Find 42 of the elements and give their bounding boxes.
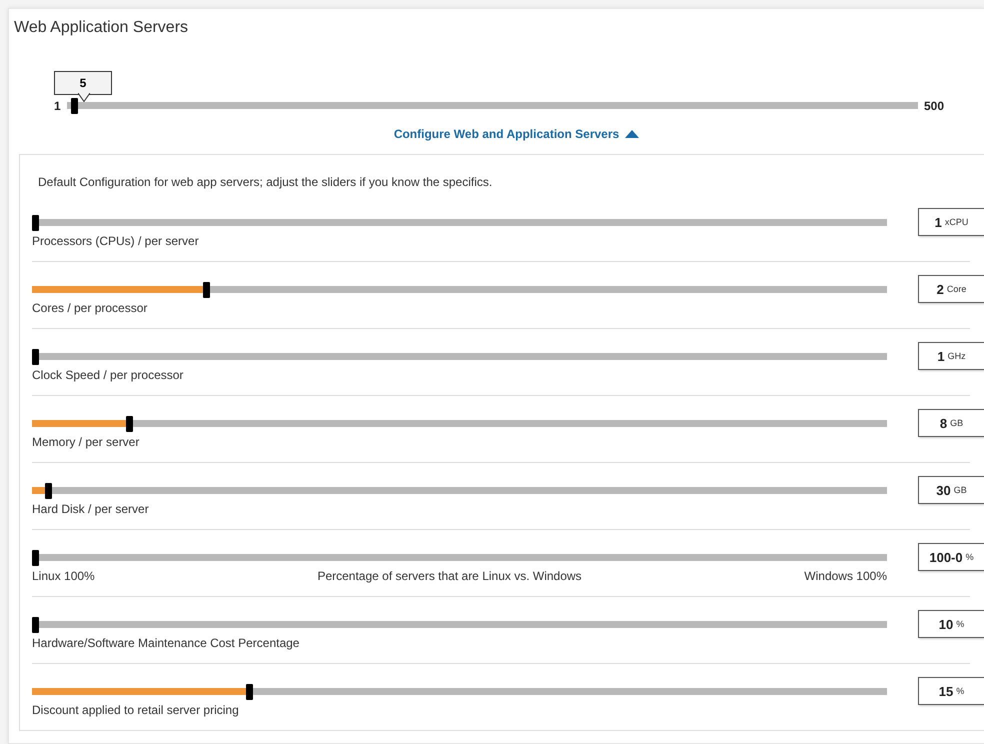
value-number: 1 xyxy=(937,348,945,364)
value-unit: GB xyxy=(950,418,964,428)
value-unit: % xyxy=(966,552,974,562)
slider-handle[interactable] xyxy=(203,282,210,298)
slider-handle[interactable] xyxy=(70,98,78,114)
value-unit: GB xyxy=(954,485,967,495)
value-number: 10 xyxy=(938,616,954,632)
slider-min-label: 1 xyxy=(54,99,61,113)
slider-handle[interactable] xyxy=(32,215,39,231)
slider-label: Percentage of servers that are Linux vs. Windows xyxy=(317,569,582,583)
slider-max-label: Windows 100% xyxy=(804,569,887,583)
slider-handle[interactable] xyxy=(246,684,253,700)
value-number: 15 xyxy=(938,684,954,698)
slider-handle[interactable] xyxy=(32,349,39,365)
slider-handle[interactable] xyxy=(32,617,39,633)
slider-handle[interactable] xyxy=(126,416,134,432)
value-unit: Core xyxy=(946,284,966,294)
slider-handle[interactable] xyxy=(32,550,39,566)
slider-min-label: Linux 100% xyxy=(32,569,95,583)
value-number: 2 xyxy=(936,282,944,296)
slider-label: Memory / per server xyxy=(32,435,140,449)
value-unit: % xyxy=(956,686,964,696)
value-number: 100-0 xyxy=(929,550,963,564)
caret-up-icon xyxy=(625,130,640,138)
value-number: 1 xyxy=(934,214,942,230)
slider-label: Hardware/Software Maintenance Cost Percentage xyxy=(32,636,300,650)
value-number: 8 xyxy=(940,416,948,430)
value-unit: % xyxy=(956,619,964,629)
slider-max-label: 500 xyxy=(924,99,944,113)
slider-label: Cores / per processor xyxy=(32,301,148,315)
slider-label: Clock Speed / per processor xyxy=(32,368,184,382)
value-unit: GHz xyxy=(948,351,966,361)
slider-label: Hard Disk / per server xyxy=(32,502,149,516)
slider-label: Discount applied to retail server pricing xyxy=(32,703,239,717)
value-unit: xCPU xyxy=(944,217,968,227)
description-text: Default Configuration for web app servers; adjust the sliders if you know the specifics. xyxy=(38,175,492,189)
tooltip-value: 5 xyxy=(80,76,86,90)
slider-handle[interactable] xyxy=(44,483,52,499)
configure-link[interactable]: Configure Web and Application Servers xyxy=(354,127,640,141)
slider-label: Processors (CPUs) / per server xyxy=(32,234,199,248)
value-number: 30 xyxy=(936,482,951,498)
section-title: Web Application Servers xyxy=(14,19,188,37)
